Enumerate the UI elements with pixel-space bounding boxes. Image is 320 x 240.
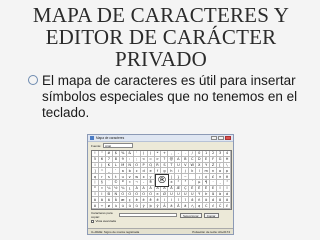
advanced-view-checkbox[interactable] <box>91 219 94 223</box>
char-cell[interactable]: Ć <box>203 203 211 209</box>
char-cell[interactable]: þ <box>147 203 155 209</box>
char-cell[interactable]: ÿ <box>154 203 162 209</box>
status-char-info: U+00AE: Signo de marca registrada <box>91 229 140 234</box>
font-select[interactable]: Arial <box>103 143 133 148</box>
minimize-button[interactable] <box>211 136 217 140</box>
dialog-titlebar: Mapa de caracteres <box>88 135 233 142</box>
char-cell[interactable]: ù <box>112 203 120 209</box>
char-cell[interactable]: ÷ <box>98 203 106 209</box>
char-cell[interactable]: ü <box>133 203 141 209</box>
advanced-view-label: Vista avanzada <box>95 219 116 223</box>
char-cell[interactable]: Ă <box>175 203 183 209</box>
bullet-text: El mapa de caracteres es útil para inser… <box>42 73 298 120</box>
circle-bullet-icon <box>28 75 38 85</box>
status-bar: U+00AE: Signo de marca registrada Pulsac… <box>88 228 233 234</box>
char-cell[interactable]: ý <box>140 203 148 209</box>
zoomed-character: ® <box>155 174 169 187</box>
app-icon <box>90 136 94 140</box>
char-cell[interactable]: ø <box>105 203 113 209</box>
char-cell[interactable]: Ą <box>189 203 197 209</box>
bullet-point: El mapa de caracteres es útil para inser… <box>28 73 302 121</box>
char-cell[interactable]: û <box>126 203 134 209</box>
copy-button[interactable]: Copiar <box>203 212 219 218</box>
char-cell[interactable]: Ĉ <box>217 203 225 209</box>
dialog-title: Mapa de caracteres <box>96 136 125 140</box>
copy-input[interactable] <box>119 213 177 217</box>
font-label: Fuente: <box>91 143 102 148</box>
char-cell[interactable]: Ā <box>161 203 169 209</box>
char-cell[interactable]: ă <box>182 203 190 209</box>
char-cell[interactable]: ć <box>210 203 218 209</box>
font-row: Fuente: Arial <box>88 142 233 149</box>
char-cell[interactable]: ą <box>196 203 204 209</box>
dialog-controls: Caracteres para copiar: Seleccionar Copi… <box>91 211 232 224</box>
slide-title: MAPA DE CARACTERES Y EDITOR DE CARÁCTER … <box>32 3 290 71</box>
close-button[interactable] <box>225 136 231 140</box>
status-keystroke: Pulsación de tecla: Alt+0174 <box>192 229 230 234</box>
character-map-screenshot: Mapa de caracteres Fuente: Arial ! " # $% & '… <box>87 134 234 235</box>
maximize-button[interactable] <box>218 136 224 140</box>
char-cell[interactable]: ā <box>168 203 176 209</box>
char-cell[interactable]: ö <box>92 203 99 209</box>
select-button[interactable]: Seleccionar <box>180 212 202 218</box>
char-cell[interactable]: ĉ <box>224 203 231 209</box>
char-cell[interactable]: ú <box>119 203 127 209</box>
copy-label: Caracteres para copiar: <box>91 211 113 219</box>
